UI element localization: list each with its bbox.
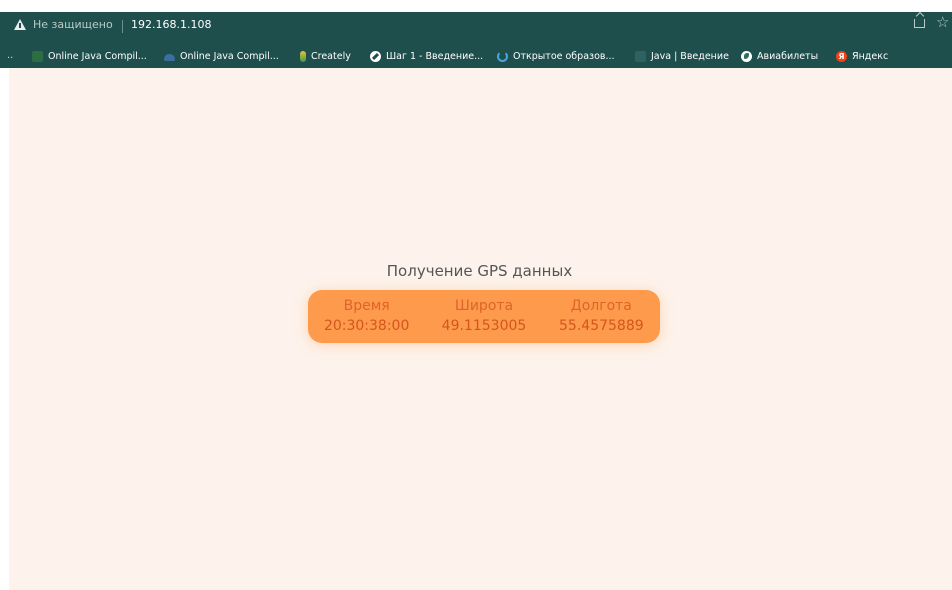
address-bar[interactable]: Не защищено 192.168.1.108 ☆ [0, 12, 952, 40]
stepik-icon [370, 50, 381, 62]
bookmark-yandex[interactable]: Я Яндекс [836, 50, 888, 64]
creately-icon [300, 50, 306, 62]
bookmark-open-education[interactable]: Открытое образов... [497, 50, 615, 64]
page-content: Получение GPS данных Время Широта Долгот… [9, 68, 952, 590]
bookmark-label: Яндекс [852, 51, 889, 62]
bookmark-label: Открытое образов... [513, 51, 615, 62]
java-icon [164, 53, 175, 61]
edu-icon [497, 50, 508, 62]
yandex-icon: Я [836, 50, 847, 62]
page-icon [635, 50, 646, 62]
cell-time: 20:30:38:00 [323, 318, 410, 335]
header-latitude: Широта [454, 297, 514, 314]
globe-icon [741, 50, 752, 62]
bookmark-online-java-compiler-1[interactable]: Online Java Compil... [32, 50, 147, 64]
cell-longitude: 55.4575889 [559, 318, 644, 335]
bookmarks-bar: .. Online Java Compil... Online Java Com… [0, 46, 952, 68]
header-time: Время [343, 297, 390, 314]
bookmark-stepik[interactable]: Шаг 1 - Введение... [370, 50, 483, 64]
address-divider [122, 20, 123, 33]
bookmark-creately[interactable]: Creately [300, 50, 351, 64]
bookmark-label: Online Java Compil... [180, 51, 279, 62]
gps-data-card: Время Широта Долгота 20:30:38:00 49.1153… [308, 290, 660, 343]
bookmark-label: Шаг 1 - Введение... [386, 51, 484, 62]
bookmarks-overflow[interactable]: .. [7, 50, 13, 61]
browser-chrome: Не защищено 192.168.1.108 ☆ .. Online Ja… [0, 12, 952, 68]
bookmark-star-icon[interactable]: ☆ [936, 15, 949, 30]
bookmark-label: Creately [311, 51, 351, 62]
bookmark-online-java-compiler-2[interactable]: Online Java Compil... [164, 50, 279, 64]
bookmark-label: Java | Введение [651, 51, 729, 62]
security-status[interactable]: Не защищено [33, 18, 113, 31]
bookmark-aviabilety[interactable]: Авиабилеты [741, 50, 818, 64]
bookmark-java-intro[interactable]: Java | Введение [635, 50, 729, 64]
url-text[interactable]: 192.168.1.108 [131, 18, 211, 31]
bookmark-label: Авиабилеты [757, 51, 819, 62]
gps-table: Время Широта Долгота 20:30:38:00 49.1153… [308, 290, 660, 343]
page-title: Получение GPS данных [386, 262, 573, 280]
table-row: 20:30:38:00 49.1153005 55.4575889 [308, 315, 660, 343]
bookmark-label: Online Java Compil... [48, 51, 147, 62]
share-icon[interactable] [914, 19, 925, 28]
table-header-row: Время Широта Долгота [308, 290, 660, 315]
java-icon [32, 50, 43, 62]
warning-icon[interactable] [14, 19, 26, 30]
header-longitude: Долгота [570, 297, 632, 314]
cell-latitude: 49.1153005 [441, 318, 527, 335]
